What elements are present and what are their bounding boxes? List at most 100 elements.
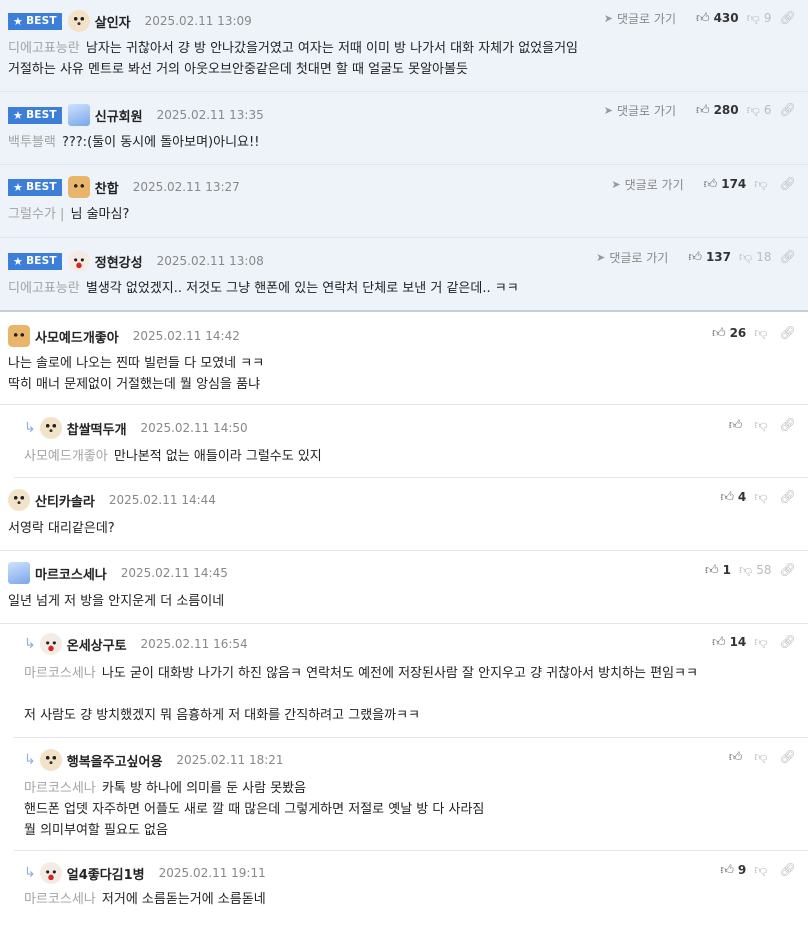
comment-date: 2025.02.11 13:09 bbox=[144, 14, 252, 28]
link-icon: 🔗︎ bbox=[779, 749, 796, 765]
avatar[interactable] bbox=[39, 417, 62, 439]
star-icon: ★ bbox=[13, 254, 24, 268]
comment-author[interactable]: 마르코스세나 bbox=[35, 564, 107, 583]
upvote-button[interactable]: 👍︎ 280 bbox=[696, 103, 739, 118]
comment-text: 별생각 없었겠지.. 저것도 그냥 핸폰에 있는 연락처 단체로 보낸 거 같은… bbox=[85, 281, 519, 296]
downvote-button[interactable]: 👎︎ bbox=[754, 490, 771, 505]
comment-text: 딱히 매너 문제없이 거절했는데 뭘 앙심을 품냐 bbox=[8, 377, 261, 392]
link-button[interactable]: 🔗︎ bbox=[779, 103, 800, 118]
reply-target[interactable]: 마르코스세나 bbox=[24, 781, 96, 796]
comment-author[interactable]: 사모예드개좋아 bbox=[35, 327, 119, 346]
comment-text: 저 사람도 걍 방치했겠지 뭐 음흉하게 저 대화를 간직하려고 그랬을까ㅋㅋ bbox=[24, 708, 420, 723]
thumbs-up-icon: 👍︎ bbox=[688, 249, 702, 265]
downvote-button[interactable]: 👎︎ 9 bbox=[747, 11, 772, 26]
comment-author[interactable]: 얼4좋다김1병 bbox=[67, 864, 145, 883]
avatar[interactable] bbox=[39, 749, 62, 771]
thumbs-down-icon: 👎︎ bbox=[754, 325, 768, 341]
upvote-button[interactable]: 👍︎ 14 bbox=[712, 635, 746, 650]
upvote-button[interactable]: 👍︎ 4 bbox=[720, 490, 746, 505]
avatar[interactable] bbox=[39, 862, 62, 884]
comment-date: 2025.02.11 13:08 bbox=[156, 254, 264, 268]
best-badge: ★ BEST bbox=[8, 252, 62, 270]
goto-reply-link[interactable]: ➤ 댓글로 가기 bbox=[604, 102, 676, 119]
thumbs-up-icon: 👍︎ bbox=[703, 176, 718, 192]
downvote-button[interactable]: 👎︎ bbox=[754, 750, 771, 765]
comment-author[interactable]: 온세상구토 bbox=[67, 635, 127, 654]
upvote-button[interactable]: 👍︎ bbox=[729, 750, 747, 765]
goto-reply-link[interactable]: ➤ 댓글로 가기 bbox=[611, 176, 683, 193]
upvote-button[interactable]: 👍︎ 26 bbox=[712, 326, 746, 341]
comment-date: 2025.02.11 16:54 bbox=[140, 637, 248, 651]
goto-reply-link[interactable]: ➤ 댓글로 가기 bbox=[596, 249, 668, 266]
reply-target[interactable]: 마르코스세나 bbox=[24, 892, 96, 907]
comment-author[interactable]: 행복을주고싶어용 bbox=[67, 751, 163, 770]
comment-text: 나도 굳이 대화방 나가기 하진 않음ㅋ 연락처도 예전에 저장된사람 잘 안지… bbox=[101, 666, 698, 681]
thumbs-down-icon: 👎︎ bbox=[754, 417, 768, 433]
link-button[interactable]: 🔗︎ bbox=[779, 635, 800, 650]
reply-arrow-icon: ↳ bbox=[24, 752, 36, 768]
reply-arrow-icon: ↳ bbox=[24, 636, 36, 652]
reply-target[interactable]: 디에고표능란 bbox=[8, 281, 80, 296]
link-button[interactable]: 🔗︎ bbox=[779, 563, 800, 578]
comment-date: 2025.02.11 14:50 bbox=[140, 421, 248, 435]
downvote-button[interactable]: 👎︎ 6 bbox=[747, 103, 772, 118]
comment-author[interactable]: 살인자 bbox=[95, 12, 131, 31]
star-icon: ★ bbox=[13, 180, 24, 194]
upvote-button[interactable]: 👍︎ 430 bbox=[696, 11, 739, 26]
comment-author[interactable]: 찹쌀떡두개 bbox=[67, 419, 127, 438]
avatar[interactable] bbox=[8, 489, 30, 511]
avatar[interactable] bbox=[8, 325, 30, 347]
link-button[interactable]: 🔗︎ bbox=[779, 490, 800, 505]
avatar[interactable] bbox=[67, 104, 90, 126]
downvote-button[interactable]: 👎︎ 58 bbox=[739, 563, 771, 578]
reply-target[interactable]: 디에고표능란 bbox=[8, 41, 80, 56]
link-button[interactable]: 🔗︎ bbox=[779, 863, 800, 878]
reply-target[interactable]: 백투블랙 bbox=[8, 135, 56, 150]
reply-comment: ↳ 찹쌀떡두개 2025.02.11 14:50 👍︎ 👎︎ 🔗︎ 사모예드개좋… bbox=[14, 405, 808, 478]
comment-date: 2025.02.11 14:44 bbox=[108, 493, 216, 507]
thumbs-up-icon: 👍︎ bbox=[695, 102, 710, 118]
comment-text: 님 술마심? bbox=[70, 207, 130, 222]
reply-target[interactable]: 마르코스세나 bbox=[24, 666, 96, 681]
downvote-button[interactable]: 👎︎ bbox=[754, 635, 771, 650]
downvote-button[interactable]: 👎︎ bbox=[754, 418, 771, 433]
comment-text: 서영락 대리같은데? bbox=[8, 521, 115, 536]
downvote-button[interactable]: 👎︎ bbox=[754, 863, 771, 878]
reply-target[interactable]: 그럴수가 | bbox=[8, 207, 64, 222]
goto-reply-link[interactable]: ➤ 댓글로 가기 bbox=[604, 10, 676, 27]
link-button[interactable]: 🔗︎ bbox=[779, 11, 800, 26]
downvote-button[interactable]: 👎︎ bbox=[754, 326, 771, 341]
comment-text: ???:(둘이 동시에 돌아보며)아니요!! bbox=[61, 135, 260, 150]
downvote-button[interactable]: 👎︎ 18 bbox=[739, 250, 771, 265]
avatar[interactable] bbox=[8, 562, 30, 584]
comment-text bbox=[24, 684, 698, 705]
upvote-button[interactable]: 👍︎ 9 bbox=[720, 863, 746, 878]
avatar[interactable] bbox=[39, 633, 62, 655]
comment-author[interactable]: 정현강성 bbox=[95, 252, 143, 271]
link-button[interactable]: 🔗︎ bbox=[779, 326, 800, 341]
avatar[interactable] bbox=[67, 10, 90, 32]
avatar[interactable] bbox=[67, 250, 90, 272]
downvote-button[interactable]: 👎︎ bbox=[754, 177, 771, 192]
comment-text: 남자는 귀찮아서 걍 방 안나갔을거였고 여자는 저때 이미 방 나가서 대화 … bbox=[85, 41, 579, 56]
reply-arrow-icon: ↳ bbox=[24, 420, 36, 436]
link-button[interactable]: 🔗︎ bbox=[779, 250, 800, 265]
link-icon: 🔗︎ bbox=[779, 325, 796, 341]
comment-author[interactable]: 산티카솔라 bbox=[35, 491, 95, 510]
link-button[interactable]: 🔗︎ bbox=[779, 418, 800, 433]
upvote-button[interactable]: 👍︎ 174 bbox=[704, 177, 747, 192]
best-comment: ★ BEST 살인자 2025.02.11 13:09 ➤ 댓글로 가기 👍︎ 430… bbox=[0, 0, 808, 92]
upvote-button[interactable]: 👍︎ bbox=[729, 418, 747, 433]
avatar[interactable] bbox=[67, 176, 90, 198]
link-icon: 🔗︎ bbox=[779, 102, 796, 118]
link-button[interactable]: 🔗︎ bbox=[779, 177, 800, 192]
best-badge: ★ BEST bbox=[8, 106, 62, 124]
comment-author[interactable]: 신규회원 bbox=[95, 106, 143, 125]
upvote-button[interactable]: 👍︎ 137 bbox=[688, 250, 731, 265]
comment-author[interactable]: 찬합 bbox=[95, 178, 119, 197]
link-button[interactable]: 🔗︎ bbox=[779, 750, 800, 765]
thumbs-up-icon: 👍︎ bbox=[695, 10, 710, 26]
best-comment: ★ BEST 찬합 2025.02.11 13:27 ➤ 댓글로 가기 👍︎ 174 … bbox=[0, 165, 808, 238]
upvote-button[interactable]: 👍︎ 1 bbox=[705, 563, 731, 578]
reply-target[interactable]: 사모예드개좋아 bbox=[24, 449, 108, 464]
